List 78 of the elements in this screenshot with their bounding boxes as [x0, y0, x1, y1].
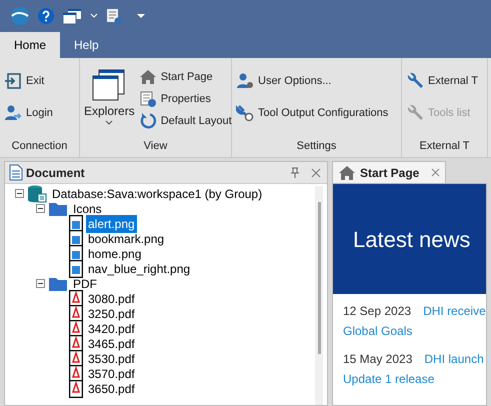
tree-item[interactable]: 3570.pdf	[86, 364, 137, 382]
wrench-icon	[406, 72, 424, 90]
caret-icon[interactable]	[136, 13, 146, 19]
image-file-icon	[69, 214, 83, 232]
exit-icon	[4, 72, 22, 90]
folder-icon	[48, 200, 68, 216]
group-label: External T	[418, 138, 470, 154]
pdf-file-icon	[69, 290, 83, 308]
pdf-file-icon	[69, 350, 83, 368]
news-date: 12 Sep 2023	[343, 303, 412, 320]
ribbon-button[interactable]: Tool Output Configurations	[236, 104, 388, 122]
collapse-icon[interactable]	[15, 189, 24, 198]
tree-item[interactable]: 3420.pdf	[86, 320, 137, 338]
pin-icon[interactable]	[290, 166, 300, 178]
properties-icon	[138, 90, 157, 108]
image-file-icon	[69, 260, 83, 278]
pdf-file-icon	[69, 320, 83, 338]
group-label: Settings	[296, 138, 338, 154]
tree-item[interactable]: home.png	[86, 244, 144, 262]
news-link[interactable]: Global Goals	[343, 322, 486, 340]
document-icon	[9, 164, 23, 181]
pdf-file-icon	[69, 364, 83, 382]
windows-icon	[92, 68, 126, 102]
reset-icon	[138, 112, 157, 130]
home-icon	[138, 68, 157, 86]
banner-title: Latest news	[353, 226, 470, 254]
explorers-button[interactable]: Explorers	[84, 68, 135, 126]
ribbon-button[interactable]: Start Page	[138, 68, 232, 86]
news-link[interactable]: DHI launch	[424, 350, 484, 368]
tree-item[interactable]: 3080.pdf	[86, 290, 137, 308]
news-link[interactable]: Update 1 release	[343, 370, 486, 388]
tree-item[interactable]: 3650.pdf	[86, 380, 137, 398]
tree-item[interactable]: PDF	[71, 274, 99, 292]
pdf-file-icon	[69, 334, 83, 352]
tree-item[interactable]: nav_blue_right.png	[86, 260, 192, 278]
wrench-icon	[406, 104, 424, 122]
close-icon[interactable]	[431, 168, 440, 177]
image-file-icon	[69, 230, 83, 248]
panel-title: Document	[26, 164, 86, 182]
app-logo-icon[interactable]	[10, 6, 30, 26]
tree-item[interactable]: bookmark.png	[86, 230, 166, 248]
home-icon	[338, 164, 356, 182]
ribbon-tab[interactable]: Home	[0, 32, 60, 58]
wrench-gear-icon	[236, 104, 254, 122]
news-link[interactable]: DHI receive	[423, 302, 486, 320]
database-icon	[27, 184, 47, 202]
tree-item[interactable]: Database:Sava:workspace1 (by Group)	[50, 184, 264, 202]
ribbon-button[interactable]: User Options...	[236, 72, 388, 90]
user-gear-icon	[236, 72, 254, 90]
pdf-file-icon	[69, 380, 83, 398]
tree-item[interactable]: 3250.pdf	[86, 304, 137, 322]
caret-icon	[105, 120, 114, 126]
user-arrow-icon	[4, 104, 22, 122]
collapse-icon[interactable]	[36, 279, 45, 288]
ribbon-button[interactable]: Properties	[138, 90, 232, 108]
collapse-icon[interactable]	[36, 204, 45, 213]
tree-item[interactable]: alert.png	[86, 214, 137, 232]
windows-icon[interactable]	[62, 8, 82, 24]
help-icon[interactable]	[38, 8, 54, 24]
tree-item[interactable]: 3530.pdf	[86, 350, 137, 368]
close-icon[interactable]	[311, 168, 321, 178]
caret-icon[interactable]	[90, 13, 98, 19]
tree-item[interactable]: 3465.pdf	[86, 334, 137, 352]
ribbon-button[interactable]: External T	[406, 72, 478, 90]
folder-icon	[48, 276, 68, 292]
group-label: View	[142, 138, 168, 154]
pdf-file-icon	[69, 304, 83, 322]
ribbon-button[interactable]: Exit	[4, 72, 53, 90]
ribbon-tab[interactable]: Help	[60, 32, 113, 58]
properties-icon[interactable]	[106, 8, 122, 24]
news-date: 15 May 2023	[343, 351, 412, 368]
start-page-tab[interactable]: Start Page	[332, 161, 446, 183]
scrollbar[interactable]	[315, 186, 323, 405]
tree-item[interactable]: Icons	[71, 200, 104, 218]
group-label: Connection	[10, 138, 68, 154]
image-file-icon	[69, 244, 83, 262]
ribbon-button[interactable]: Login	[4, 104, 53, 122]
ribbon-button[interactable]: Default Layout	[138, 112, 232, 130]
